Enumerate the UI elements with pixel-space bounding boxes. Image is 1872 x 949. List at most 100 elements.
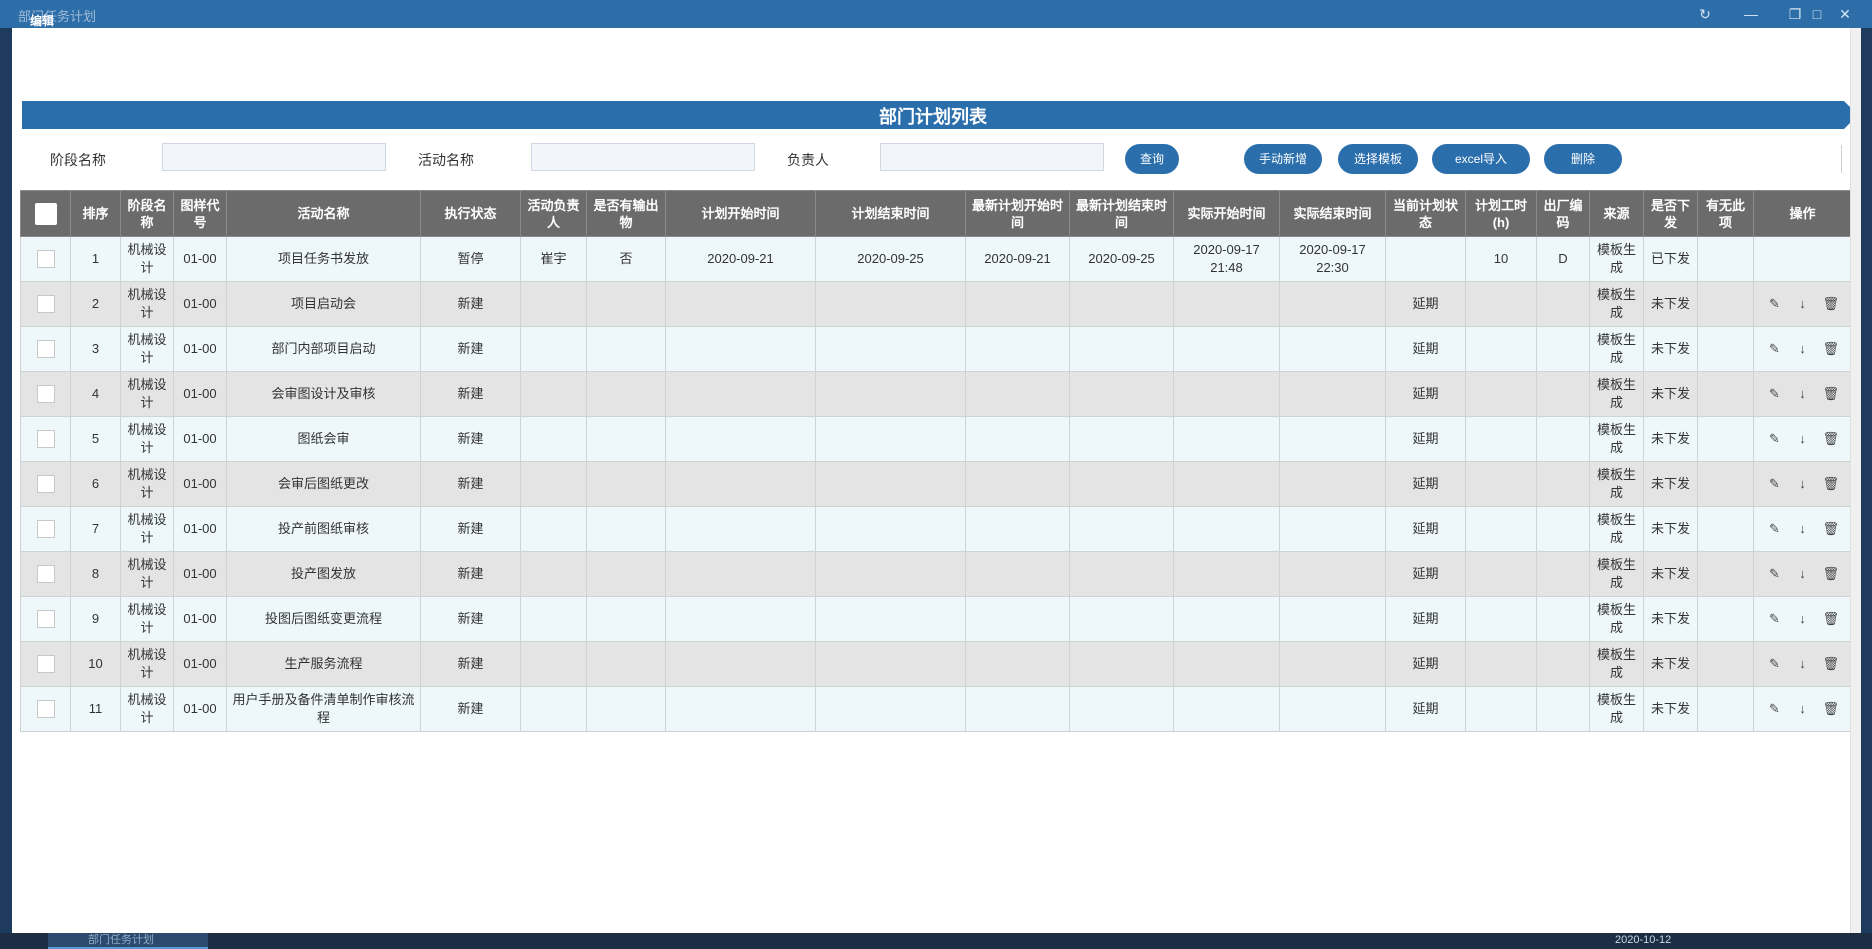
cell-cur-state: 延期 [1385, 416, 1466, 462]
column-header[interactable]: 图样代号 [173, 190, 227, 237]
column-header[interactable]: 执行状态 [420, 190, 521, 237]
row-actions: ✎ ↓ 🗑 [1753, 686, 1852, 732]
stage-input[interactable] [162, 143, 386, 171]
pencil-icon[interactable]: ✎ [1767, 296, 1783, 312]
column-header[interactable]: 计划结束时间 [815, 190, 966, 237]
arrow-down-icon[interactable]: ↓ [1795, 296, 1811, 312]
pencil-icon[interactable]: ✎ [1767, 521, 1783, 537]
arrow-down-icon[interactable]: ↓ [1795, 431, 1811, 447]
row-select-cell [20, 281, 71, 327]
column-header[interactable]: 出厂编码 [1536, 190, 1590, 237]
pencil-icon[interactable]: ✎ [1767, 341, 1783, 357]
manual-add-button[interactable]: 手动新增 [1244, 144, 1322, 174]
column-header[interactable]: 操作 [1753, 190, 1852, 237]
row-checkbox[interactable] [36, 295, 55, 314]
column-header[interactable]: 计划工时(h) [1465, 190, 1537, 237]
trash-icon[interactable]: 🗑 [1823, 521, 1840, 537]
select-all-checkbox[interactable] [34, 202, 57, 225]
trash-icon[interactable]: 🗑 [1823, 701, 1840, 717]
cell-hours [1465, 281, 1537, 327]
table-row[interactable]: 1 机械设计 01-00 项目任务书发放 暂停 崔宇否 2020-09-21 2020-09-… [20, 236, 1852, 282]
cell-output [586, 506, 666, 552]
delete-button[interactable]: 删除 [1544, 144, 1622, 174]
table-row[interactable]: 3 机械设计 01-00 部门内部项目启动 新建 延期 模板生成 未下发 ✎ ↓ 🗑 [20, 326, 1852, 372]
column-header[interactable]: 活动负责人 [520, 190, 587, 237]
column-header[interactable]: 排序 [70, 190, 121, 237]
row-checkbox[interactable] [36, 700, 55, 719]
pencil-icon[interactable]: ✎ [1767, 656, 1783, 672]
table-row[interactable]: 7 机械设计 01-00 投产前图纸审核 新建 延期 模板生成 未下发 ✎ ↓ 🗑 [20, 506, 1852, 552]
column-header[interactable]: 来源 [1589, 190, 1644, 237]
action-icons: ✎ ↓ 🗑 [1767, 611, 1839, 627]
column-header[interactable]: 最新计划开始时间 [965, 190, 1070, 237]
cell-source: 模板生成 [1589, 326, 1644, 372]
close-icon[interactable]: ✕ [1834, 3, 1856, 25]
trash-icon[interactable]: 🗑 [1823, 656, 1840, 672]
column-header[interactable]: 实际结束时间 [1279, 190, 1386, 237]
trash-icon[interactable]: 🗑 [1823, 431, 1840, 447]
row-checkbox[interactable] [36, 565, 55, 584]
query-button[interactable]: 查询 [1125, 144, 1179, 174]
table-row[interactable]: 6 机械设计 01-00 会审后图纸更改 新建 延期 模板生成 未下发 ✎ ↓ 🗑 [20, 461, 1852, 507]
column-header[interactable]: 阶段名称 [120, 190, 174, 237]
cell-new-end [1069, 326, 1174, 372]
pencil-icon[interactable]: ✎ [1767, 431, 1783, 447]
row-checkbox[interactable] [36, 430, 55, 449]
column-header[interactable]: 有无此项 [1697, 190, 1754, 237]
row-checkbox[interactable] [36, 340, 55, 359]
taskbar-item[interactable]: 部门任务计划 [48, 933, 208, 949]
row-checkbox[interactable] [36, 475, 55, 494]
toolbar-divider [1841, 145, 1842, 173]
restore-icon[interactable]: ❐ [1784, 3, 1806, 25]
trash-icon[interactable]: 🗑 [1823, 611, 1840, 627]
table-row[interactable]: 8 机械设计 01-00 投产图发放 新建 延期 模板生成 未下发 ✎ ↓ 🗑 [20, 551, 1852, 597]
trash-icon[interactable]: 🗑 [1823, 386, 1840, 402]
trash-icon[interactable]: 🗑 [1823, 341, 1840, 357]
column-header[interactable]: 是否有输出物 [586, 190, 666, 237]
column-header[interactable]: 计划开始时间 [665, 190, 816, 237]
table-row[interactable]: 4 机械设计 01-00 会审图设计及审核 新建 延期 模板生成 未下发 ✎ ↓ 🗑 [20, 371, 1852, 417]
row-checkbox[interactable] [36, 610, 55, 629]
arrow-down-icon[interactable]: ↓ [1795, 701, 1811, 717]
column-header[interactable]: 活动名称 [226, 190, 421, 237]
column-header[interactable]: 实际开始时间 [1173, 190, 1280, 237]
pencil-icon[interactable]: ✎ [1767, 611, 1783, 627]
refresh-icon[interactable]: ↻ [1694, 3, 1716, 25]
table-row[interactable]: 11 机械设计 01-00 用户手册及备件清单制作审核流程 新建 延期 模板生成 未下发 ✎ ↓ 🗑 [20, 686, 1852, 732]
arrow-down-icon[interactable]: ↓ [1795, 611, 1811, 627]
column-header[interactable]: 最新计划结束时间 [1069, 190, 1174, 237]
pencil-icon[interactable]: ✎ [1767, 386, 1783, 402]
table-row[interactable]: 2 机械设计 01-00 项目启动会 新建 延期 模板生成 未下发 ✎ ↓ 🗑 [20, 281, 1852, 327]
activity-input[interactable] [531, 143, 755, 171]
minimize-icon[interactable]: — [1740, 3, 1762, 25]
arrow-down-icon[interactable]: ↓ [1795, 521, 1811, 537]
row-select-cell [20, 326, 71, 372]
excel-import-button[interactable]: excel导入 [1432, 144, 1530, 174]
table-row[interactable]: 10 机械设计 01-00 生产服务流程 新建 延期 模板生成 未下发 ✎ ↓ 🗑 [20, 641, 1852, 687]
column-header[interactable]: 是否下发 [1643, 190, 1698, 237]
table-row[interactable]: 5 机械设计 01-00 图纸会审 新建 延期 模板生成 未下发 ✎ ↓ 🗑 [20, 416, 1852, 462]
trash-icon[interactable]: 🗑 [1823, 296, 1840, 312]
arrow-down-icon[interactable]: ↓ [1795, 341, 1811, 357]
vertical-scrollbar[interactable] [1850, 28, 1861, 933]
arrow-down-icon[interactable]: ↓ [1795, 476, 1811, 492]
trash-icon[interactable]: 🗑 [1823, 566, 1840, 582]
pencil-icon[interactable]: ✎ [1767, 476, 1783, 492]
arrow-down-icon[interactable]: ↓ [1795, 656, 1811, 672]
row-checkbox[interactable] [36, 655, 55, 674]
maximize-icon[interactable]: □ [1806, 3, 1828, 25]
column-header[interactable]: 当前计划状态 [1385, 190, 1466, 237]
trash-icon[interactable]: 🗑 [1823, 476, 1840, 492]
row-checkbox[interactable] [36, 250, 55, 269]
cell-act-end [1279, 416, 1386, 462]
row-checkbox[interactable] [36, 520, 55, 539]
row-checkbox[interactable] [36, 385, 55, 404]
choose-template-button[interactable]: 选择模板 [1338, 144, 1418, 174]
table-row[interactable]: 9 机械设计 01-00 投图后图纸变更流程 新建 延期 模板生成 未下发 ✎ ↓ 🗑 [20, 596, 1852, 642]
pencil-icon[interactable]: ✎ [1767, 566, 1783, 582]
arrow-down-icon[interactable]: ↓ [1795, 386, 1811, 402]
owner-input[interactable] [880, 143, 1104, 171]
pencil-icon[interactable]: ✎ [1767, 701, 1783, 717]
arrow-down-icon[interactable]: ↓ [1795, 566, 1811, 582]
cell-status: 新建 [420, 371, 521, 417]
